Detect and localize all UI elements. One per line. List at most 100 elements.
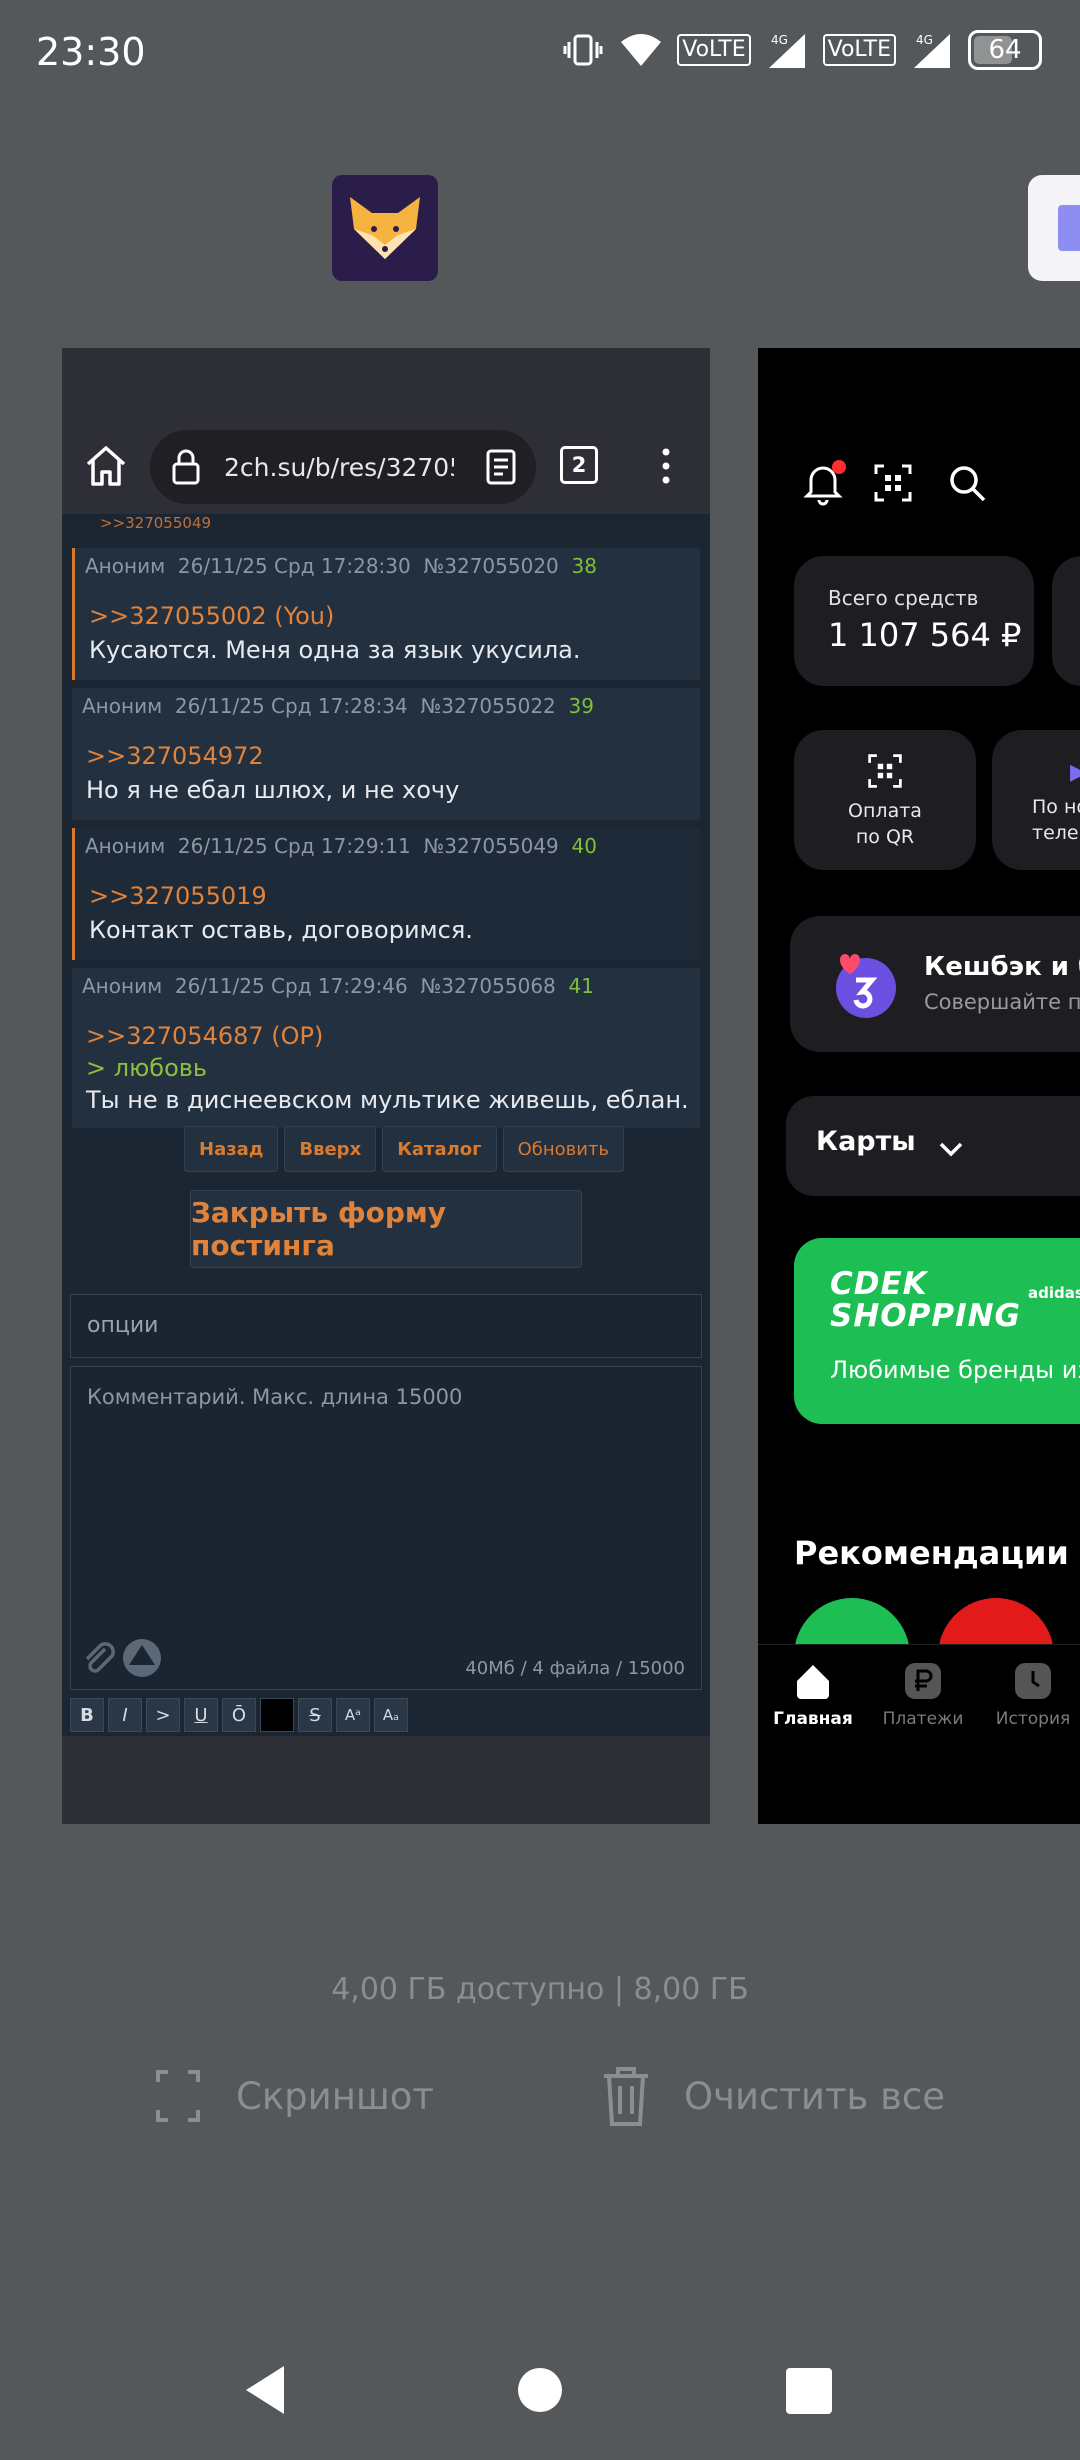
comment-placeholder: Комментарий. Макс. длина 15000 xyxy=(87,1385,463,1409)
screenshot-icon xyxy=(156,2070,200,2122)
subscript-button[interactable]: Aₐ xyxy=(374,1698,408,1732)
system-nav-bar xyxy=(0,2340,1080,2440)
home-icon[interactable] xyxy=(82,442,130,490)
screenshot-label: Скриншот xyxy=(236,2074,434,2118)
post-text: Но я не ебал шлюх, и не хочу xyxy=(86,776,460,804)
refresh-button[interactable]: Обновить xyxy=(502,1126,625,1172)
clock-icon xyxy=(1015,1663,1051,1699)
post-header: Аноним 26/11/25 Срд 17:29:11 №327055049 … xyxy=(85,834,597,858)
volte-badge-1: VoLTE xyxy=(677,34,751,66)
up-button[interactable]: Вверх xyxy=(284,1126,377,1172)
back-icon[interactable] xyxy=(240,2362,290,2418)
chevron-down-icon xyxy=(939,1142,963,1157)
catalog-button[interactable]: Каталог xyxy=(382,1126,497,1172)
qr-scan-icon xyxy=(868,754,902,788)
nav-history[interactable]: История xyxy=(978,1661,1080,1729)
clock: 23:30 xyxy=(36,30,146,74)
post-header: Аноним 26/11/25 Срд 17:29:46 №327055068 … xyxy=(82,974,594,998)
fox-app-icon[interactable] xyxy=(332,175,438,281)
strike-button[interactable]: S xyxy=(298,1698,332,1732)
close-posting-form-button[interactable]: Закрыть форму постинга xyxy=(190,1190,582,1268)
post: Аноним 26/11/25 Срд 17:28:34 №327055022 … xyxy=(72,688,700,820)
post-text: Контакт оставь, договоримся. xyxy=(89,916,473,944)
nav-payments[interactable]: Платежи xyxy=(868,1661,978,1729)
post: Аноним 26/11/25 Срд 17:28:30 №327055020 … xyxy=(72,548,700,680)
cashback-icon xyxy=(836,954,896,1018)
bank-bottom-nav: Главная Платежи История xyxy=(758,1644,1080,1824)
back-button[interactable]: Назад xyxy=(184,1126,279,1172)
url-bar[interactable]: 2ch.su/b/res/327055 xyxy=(150,430,536,504)
bold-button[interactable]: B xyxy=(70,1698,104,1732)
underline-button[interactable]: U xyxy=(184,1698,218,1732)
comment-textarea[interactable]: Комментарий. Макс. длина 15000 40Мб / 4 … xyxy=(70,1366,702,1690)
total-balance-label: Всего средств xyxy=(828,586,979,610)
options-input[interactable]: опции xyxy=(70,1294,702,1358)
screenshot-button[interactable]: Скриншот xyxy=(150,2064,434,2128)
cashback-title: Кешбэк и бо xyxy=(924,952,1080,982)
cards-section-toggle[interactable]: Карты xyxy=(786,1096,1080,1196)
nav-home[interactable]: Главная xyxy=(758,1661,868,1729)
total-balance-value: 1 107 564 ₽ xyxy=(828,616,1022,654)
home-button[interactable] xyxy=(518,2368,562,2412)
secondary-balance-card[interactable] xyxy=(1052,556,1080,686)
adidas-logo: adidas xyxy=(1028,1284,1080,1302)
bank-recent-card[interactable]: Всего средств 1 107 564 ₽ Оплата по QR ▶ … xyxy=(758,348,1080,1824)
cdek-logo: CDEK SHOPPING xyxy=(830,1266,1021,1334)
total-balance-card[interactable]: Всего средств 1 107 564 ₽ xyxy=(794,556,1034,686)
ruble-icon xyxy=(905,1663,941,1699)
post-header: Аноним 26/11/25 Срд 17:28:30 №327055020 … xyxy=(85,554,597,578)
vibrate-icon xyxy=(563,34,603,66)
post-reply-link[interactable]: >>327055019 xyxy=(89,882,267,910)
post-text: Кусаются. Меня одна за язык укусила. xyxy=(89,636,581,664)
signal-icon-1: 4G xyxy=(768,33,805,68)
cashback-subtitle: Совершайте по xyxy=(924,990,1080,1014)
svg-text:4G: 4G xyxy=(771,33,788,47)
italic-button[interactable]: I xyxy=(108,1698,142,1732)
format-toolbar: B I > U Ō S Aᵃ Aₐ xyxy=(70,1698,408,1732)
cashback-banner[interactable]: Кешбэк и бо Совершайте по xyxy=(790,916,1080,1052)
thread-nav: Назад Вверх Каталог Обновить xyxy=(184,1126,625,1172)
browser-toolbar: 2ch.su/b/res/327055 2 xyxy=(62,420,710,514)
post-reply-link[interactable]: >>327054687 (OP) xyxy=(86,1022,323,1050)
search-icon[interactable] xyxy=(946,462,988,504)
overline-button[interactable]: Ō xyxy=(222,1698,256,1732)
status-icons: VoLTE 4G VoLTE 4G 64 xyxy=(561,28,1042,72)
post: Аноним 26/11/25 Срд 17:29:46 №327055068 … xyxy=(72,968,700,1128)
qr-scan-icon[interactable] xyxy=(872,462,914,504)
post-greentext: > любовь xyxy=(86,1054,208,1082)
previous-post-ref[interactable]: >>327055049 xyxy=(100,514,211,532)
battery-icon: 64 xyxy=(968,30,1042,70)
quote-button[interactable]: > xyxy=(146,1698,180,1732)
recents-button[interactable] xyxy=(786,2368,832,2414)
more-menu-icon[interactable] xyxy=(656,442,676,490)
spoiler-button[interactable] xyxy=(260,1698,294,1732)
clear-all-button[interactable]: Очистить все xyxy=(598,2064,945,2128)
post-reply-link[interactable]: >>327055002 (You) xyxy=(89,602,334,630)
cards-label: Карты xyxy=(816,1126,916,1157)
url-text: 2ch.su/b/res/327055 xyxy=(224,452,454,482)
phone-pay-button[interactable]: ▶ По нотеле xyxy=(992,730,1080,870)
wifi-icon xyxy=(621,34,662,66)
post-reply-link[interactable]: >>327054972 xyxy=(86,742,264,770)
bank-app-icon[interactable] xyxy=(1028,175,1080,281)
recommendations-heading: Рекомендации xyxy=(794,1534,1069,1572)
notification-dot xyxy=(832,460,846,474)
home-icon xyxy=(797,1665,829,1699)
send-icon: ▶ xyxy=(1070,760,1080,785)
nav-history-label: История xyxy=(995,1709,1071,1729)
superscript-button[interactable]: Aᵃ xyxy=(336,1698,370,1732)
qr-pay-button[interactable]: Оплата по QR xyxy=(794,730,976,870)
signal-icon-2: 4G xyxy=(914,33,950,68)
cdek-shopping-banner[interactable]: CDEK SHOPPING adidas Любимые бренды из xyxy=(794,1238,1080,1424)
sticker-icon[interactable] xyxy=(121,1637,163,1679)
reader-mode-icon[interactable] xyxy=(482,448,520,486)
battery-level: 64 xyxy=(988,35,1022,65)
trash-icon xyxy=(604,2067,648,2126)
clear-all-label: Очистить все xyxy=(684,2074,946,2118)
status-bar: 23:30 VoLTE 4G VoLTE 4G 64 xyxy=(0,0,1080,110)
svg-text:4G: 4G xyxy=(916,33,933,47)
attach-icon[interactable] xyxy=(79,1639,119,1679)
browser-recent-card[interactable]: 2ch.su/b/res/327055 2 >>327055049 Аноним… xyxy=(62,348,710,1824)
tabs-count-button[interactable]: 2 xyxy=(560,446,598,484)
post-header: Аноним 26/11/25 Срд 17:28:34 №327055022 … xyxy=(82,694,594,718)
